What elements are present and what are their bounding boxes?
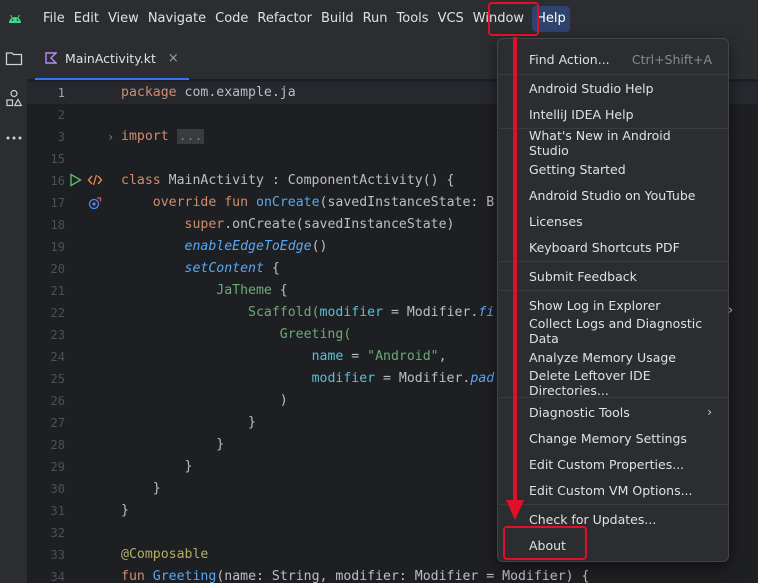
code-text: Greeting( <box>279 327 352 342</box>
menu-separator <box>499 290 729 291</box>
line-number: 20 <box>50 262 65 276</box>
menu-item-whats-new[interactable]: What's New in Android Studio <box>504 128 722 158</box>
folder-icon[interactable] <box>0 38 27 78</box>
menu-item-youtube[interactable]: Android Studio on YouTube <box>504 182 722 208</box>
close-icon[interactable]: × <box>168 51 179 66</box>
tab-mainactivity[interactable]: MainActivity.kt × <box>35 38 189 80</box>
help-menu-dropdown: Find Action... Ctrl+Shift+A Android Stud… <box>497 38 729 562</box>
menu-tools[interactable]: Tools <box>393 6 433 32</box>
kotlin-file-icon <box>45 52 57 64</box>
run-gutter-icon[interactable] <box>69 172 82 194</box>
code-text: setContent { <box>184 261 280 276</box>
menu-item-submit-feedback[interactable]: Submit Feedback <box>504 263 722 289</box>
menu-item-analyze-memory[interactable]: Analyze Memory Usage <box>504 344 722 370</box>
menu-run[interactable]: Run <box>359 6 392 32</box>
code-text: } <box>121 503 129 518</box>
chevron-right-icon[interactable]: › <box>107 126 114 148</box>
structure-icon[interactable] <box>0 78 27 118</box>
annotation-box-about <box>503 526 587 560</box>
line-number: 17 <box>50 196 65 210</box>
line-number: 21 <box>50 284 65 298</box>
chevron-right-icon: › <box>707 405 712 419</box>
tool-window-strip <box>0 38 27 583</box>
code-text: override fun onCreate(savedInstanceState… <box>152 195 495 210</box>
menu-item-getting-started[interactable]: Getting Started <box>504 156 722 182</box>
menu-view[interactable]: View <box>104 6 143 32</box>
annotation-box-help <box>488 2 539 36</box>
menu-separator <box>499 261 729 262</box>
menu-vcs[interactable]: VCS <box>434 6 468 32</box>
code-line: 34 fun Greeting(name: String, modifier: … <box>27 566 758 583</box>
code-text: } <box>216 437 225 452</box>
menu-code[interactable]: Code <box>211 6 252 32</box>
line-number: 22 <box>50 306 65 320</box>
menu-item-intellij-help[interactable]: IntelliJ IDEA Help <box>504 101 722 127</box>
menu-separator <box>499 397 729 398</box>
menu-item-find-action[interactable]: Find Action... Ctrl+Shift+A <box>504 46 722 72</box>
menu-navigate[interactable]: Navigate <box>144 6 210 32</box>
menu-item-change-memory[interactable]: Change Memory Settings <box>504 425 722 451</box>
code-text: ) <box>279 393 288 408</box>
menu-separator <box>499 504 729 505</box>
line-number: 30 <box>50 482 65 496</box>
code-text: import ... <box>121 129 205 144</box>
code-text: } <box>152 481 161 496</box>
menu-item-diagnostic-tools[interactable]: Diagnostic Tools › <box>504 399 722 425</box>
line-number: 31 <box>50 504 65 518</box>
line-number: 19 <box>50 240 65 254</box>
line-number: 18 <box>50 218 65 232</box>
menu-item-delete-leftover[interactable]: Delete Leftover IDE Directories... <box>504 368 722 398</box>
annotation-arrowhead <box>506 500 524 520</box>
tab-label: MainActivity.kt <box>65 50 156 66</box>
menu-file[interactable]: File <box>39 6 69 32</box>
menu-build[interactable]: Build <box>317 6 358 32</box>
code-text: @Composable <box>121 547 209 562</box>
menu-item-edit-custom-properties[interactable]: Edit Custom Properties... <box>504 451 722 477</box>
line-number: 32 <box>50 526 65 540</box>
menu-item-show-log[interactable]: Show Log in Explorer <box>504 292 722 318</box>
menu-edit[interactable]: Edit <box>70 6 103 32</box>
code-text: modifier = Modifier.pad <box>311 371 495 386</box>
annotation-line <box>513 37 517 507</box>
line-number: 33 <box>50 548 65 562</box>
code-text: name = "Android", <box>311 349 447 364</box>
menu-item-keyboard-shortcuts[interactable]: Keyboard Shortcuts PDF <box>504 234 722 260</box>
shortcut-label: Ctrl+Shift+A <box>631 51 712 67</box>
code-text: class MainActivity : ComponentActivity()… <box>121 173 455 188</box>
line-number: 25 <box>50 372 65 386</box>
code-text: } <box>184 459 193 474</box>
line-number: 29 <box>50 460 65 474</box>
line-number: 24 <box>50 350 65 364</box>
line-number: 1 <box>57 86 65 100</box>
line-number: 3 <box>57 130 65 144</box>
menu-refactor[interactable]: Refactor <box>253 6 316 32</box>
code-text: enableEdgeToEdge() <box>184 239 328 254</box>
code-text: JaTheme { <box>216 283 288 298</box>
menu-item-licenses[interactable]: Licenses <box>504 208 722 234</box>
line-number: 27 <box>50 416 65 430</box>
line-number: 16 <box>50 174 65 188</box>
code-gutter-icon[interactable] <box>87 172 103 194</box>
more-icon[interactable] <box>0 118 27 158</box>
line-number: 23 <box>50 328 65 342</box>
code-text: package com.example.ja <box>121 85 296 100</box>
menubar: File Edit View Navigate Code Refactor Bu… <box>0 0 758 38</box>
line-number: 2 <box>57 108 65 122</box>
code-text: Scaffold(modifier = Modifier.fi <box>248 305 495 320</box>
line-number: 26 <box>50 394 65 408</box>
menu-item-android-studio-help[interactable]: Android Studio Help <box>504 75 722 101</box>
android-logo-icon[interactable] <box>0 0 30 38</box>
menu-item-collect-logs[interactable]: Collect Logs and Diagnostic Data <box>504 316 722 346</box>
line-number: 15 <box>50 152 65 166</box>
code-text: super.onCreate(savedInstanceState) <box>184 217 455 232</box>
line-number: 28 <box>50 438 65 452</box>
folded-imports[interactable]: ... <box>176 129 205 144</box>
code-text: fun Greeting(name: String, modifier: Mod… <box>121 569 590 583</box>
line-number: 34 <box>50 570 65 583</box>
menu-item-edit-custom-vm-options[interactable]: Edit Custom VM Options... <box>504 477 722 503</box>
code-text: } <box>248 415 256 430</box>
